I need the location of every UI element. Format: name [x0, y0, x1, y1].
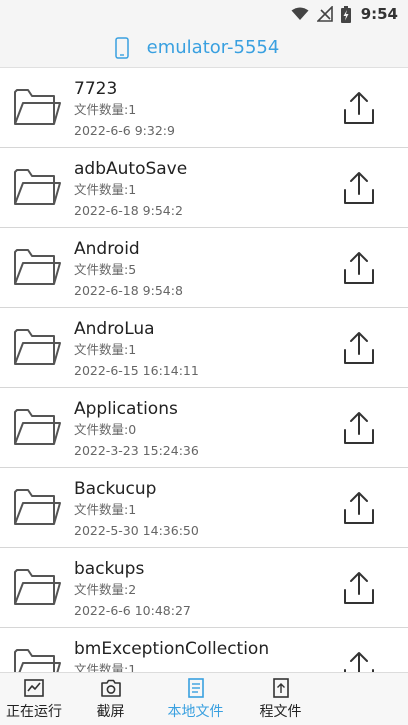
file-count: 文件数量:1	[74, 182, 137, 197]
nav-label: 正在运行	[6, 704, 62, 720]
nav-local-files[interactable]: 本地文件	[153, 673, 238, 725]
file-name: AndroLua	[74, 319, 155, 339]
device-title[interactable]: emulator-5554	[114, 36, 280, 59]
folder-icon	[14, 409, 61, 445]
file-date: 2022-6-6 10:48:27	[74, 603, 191, 618]
nav-screenshot[interactable]: 截屏	[68, 673, 153, 725]
file-row[interactable]: Backucup 文件数量:1 2022-5-30 14:36:50	[0, 468, 408, 548]
file-date: 2022-6-18 9:54:2	[74, 203, 183, 218]
upload-icon[interactable]	[342, 570, 376, 606]
file-name: Applications	[74, 399, 178, 419]
folder-icon	[14, 489, 61, 525]
file-date: 2022-5-30 14:36:50	[74, 523, 199, 538]
file-row[interactable]: Applications 文件数量:0 2022-3-23 15:24:36	[0, 388, 408, 468]
file-name: bmExceptionCollection	[74, 639, 270, 659]
file-info: backups 文件数量:2 2022-6-6 10:48:27	[74, 558, 191, 620]
file-count: 文件数量:1	[74, 342, 137, 357]
file-row[interactable]: 7723 文件数量:1 2022-6-6 9:32:9	[0, 68, 408, 148]
folder-icon	[14, 169, 61, 205]
file-name: backups	[74, 559, 145, 579]
file-row[interactable]: Android 文件数量:5 2022-6-18 9:54:8	[0, 228, 408, 308]
folder-icon	[14, 569, 61, 605]
title-bar: emulator-5554	[0, 28, 408, 68]
camera-icon	[100, 679, 121, 697]
folder-icon	[14, 89, 61, 125]
file-info: Applications 文件数量:0 2022-3-23 15:24:36	[74, 398, 199, 460]
nav-label: 程文件	[259, 704, 302, 720]
file-info: bmExceptionCollection 文件数量:1	[74, 638, 269, 672]
file-count: 文件数量:2	[74, 582, 137, 597]
bottom-nav: 正在运行 截屏 本地文件 程文件	[0, 672, 408, 725]
file-info: 7723 文件数量:1 2022-6-6 9:32:9	[74, 78, 175, 140]
file-date: 2022-6-6 9:32:9	[74, 123, 175, 138]
file-row[interactable]: backups 文件数量:2 2022-6-6 10:48:27	[0, 548, 408, 628]
upload-icon[interactable]	[342, 650, 376, 672]
no-signal-icon	[316, 6, 333, 22]
folder-icon	[14, 329, 61, 365]
upload-icon[interactable]	[342, 330, 376, 366]
file-info: Android 文件数量:5 2022-6-18 9:54:8	[74, 238, 183, 300]
status-bar: 9:54	[0, 0, 408, 28]
upload-icon[interactable]	[342, 90, 376, 126]
file-row[interactable]: bmExceptionCollection 文件数量:1	[0, 628, 408, 672]
document-icon	[187, 678, 204, 698]
device-name: emulator-5554	[146, 37, 280, 58]
status-icons: 9:54	[291, 4, 398, 24]
wifi-icon	[291, 7, 309, 20]
file-date: 2022-6-18 9:54:8	[74, 283, 183, 298]
nav-remote-files[interactable]: 程文件	[238, 673, 323, 725]
file-name: Backucup	[74, 479, 157, 499]
upload-icon[interactable]	[342, 410, 376, 446]
upload-icon[interactable]	[342, 250, 376, 286]
file-row[interactable]: adbAutoSave 文件数量:1 2022-6-18 9:54:2	[0, 148, 408, 228]
file-count: 文件数量:5	[74, 262, 137, 277]
file-row[interactable]: AndroLua 文件数量:1 2022-6-15 16:14:11	[0, 308, 408, 388]
nav-label: 本地文件	[167, 704, 224, 720]
file-count: 文件数量:1	[74, 102, 137, 117]
file-count: 文件数量:1	[74, 662, 137, 672]
activity-chart-icon	[24, 679, 44, 697]
file-name: adbAutoSave	[74, 159, 188, 179]
file-info: adbAutoSave 文件数量:1 2022-6-18 9:54:2	[74, 158, 187, 220]
remote-file-icon	[272, 678, 289, 698]
file-count: 文件数量:1	[74, 502, 137, 517]
file-date: 2022-6-15 16:14:11	[74, 363, 199, 378]
file-name: 7723	[74, 79, 118, 99]
file-list[interactable]: 7723 文件数量:1 2022-6-6 9:32:9 adbAutoSave …	[0, 68, 408, 672]
folder-icon	[14, 249, 61, 285]
clock: 9:54	[360, 5, 398, 23]
nav-label: 截屏	[96, 704, 125, 720]
phone-icon	[114, 36, 129, 59]
file-date: 2022-3-23 15:24:36	[74, 443, 199, 458]
upload-icon[interactable]	[342, 170, 376, 206]
folder-icon	[14, 649, 61, 672]
file-count: 文件数量:0	[74, 422, 137, 437]
file-name: Android	[74, 239, 140, 259]
file-info: Backucup 文件数量:1 2022-5-30 14:36:50	[74, 478, 199, 540]
battery-charging-icon	[340, 5, 351, 23]
nav-running[interactable]: 正在运行	[0, 673, 68, 725]
upload-icon[interactable]	[342, 490, 376, 526]
file-info: AndroLua 文件数量:1 2022-6-15 16:14:11	[74, 318, 199, 380]
